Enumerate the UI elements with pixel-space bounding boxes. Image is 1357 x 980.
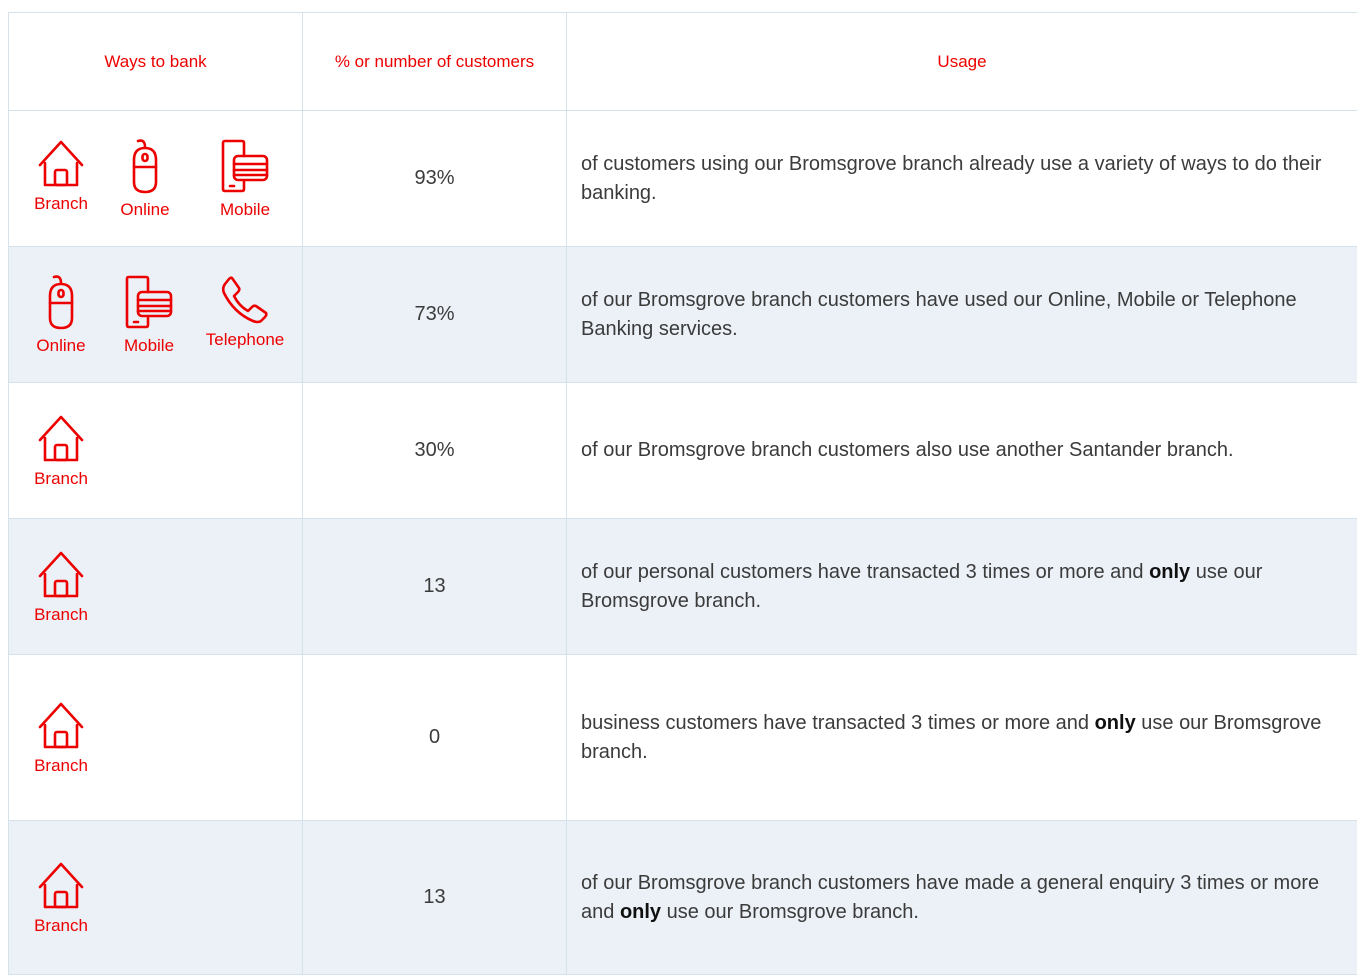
- customer-value: 93%: [302, 110, 567, 247]
- channel-label: Branch: [34, 604, 88, 624]
- usage-text: of our Bromsgrove branch customers also …: [566, 382, 1357, 519]
- ways-to-bank-table: Ways to bank % or number of customers Us…: [8, 12, 1357, 975]
- header-ways-to-bank: Ways to bank: [8, 12, 303, 111]
- channel-label: Branch: [34, 193, 88, 213]
- ways-cell: Online Mobile Telephone: [8, 246, 303, 383]
- channel-label: Mobile: [123, 335, 175, 355]
- customer-value: 0: [302, 654, 567, 821]
- telephone-icon: [221, 275, 268, 323]
- channel-label: Branch: [34, 468, 88, 488]
- house-icon: [38, 140, 84, 186]
- usage-text: of customers using our Bromsgrove branch…: [566, 110, 1357, 247]
- channel-branch: Branch: [23, 549, 99, 625]
- ways-cell: Branch: [8, 654, 303, 821]
- table-row: Branch 30% of our Bromsgrove branch cust…: [8, 382, 1357, 519]
- header-customers: % or number of customers: [302, 12, 567, 111]
- house-icon: [38, 702, 84, 748]
- customer-value: 73%: [302, 246, 567, 383]
- phone-card-icon: [125, 275, 173, 328]
- house-icon: [38, 415, 84, 461]
- mouse-icon: [48, 274, 74, 329]
- usage-text: of our Bromsgrove branch customers have …: [566, 820, 1357, 975]
- customer-value: 13: [302, 820, 567, 975]
- channel-branch: Branch: [23, 700, 99, 776]
- ways-cell: Branch: [8, 518, 303, 655]
- channel-label: Online: [36, 335, 86, 355]
- table-row: Branch Online Mobile 93% of customers us…: [8, 110, 1357, 247]
- house-icon: [38, 551, 84, 597]
- ways-cell: Branch: [8, 820, 303, 975]
- channel-branch: Branch: [23, 413, 99, 489]
- mouse-icon: [132, 138, 158, 193]
- channel-online: Online: [23, 274, 99, 356]
- channel-branch: Branch: [23, 138, 99, 214]
- channel-label: Branch: [34, 915, 88, 935]
- table-row: Online Mobile Telephone 73% of our Broms…: [8, 246, 1357, 383]
- channel-telephone: Telephone: [199, 274, 291, 350]
- channel-online: Online: [99, 138, 191, 220]
- table-header-row: Ways to bank % or number of customers Us…: [8, 12, 1357, 111]
- table-row: Branch 13 of our personal customers have…: [8, 518, 1357, 655]
- table-row: Branch 13 of our Bromsgrove branch custo…: [8, 820, 1357, 975]
- ways-cell: Branch: [8, 382, 303, 519]
- house-icon: [38, 862, 84, 908]
- channel-label: Branch: [34, 755, 88, 775]
- ways-cell: Branch Online Mobile: [8, 110, 303, 247]
- customer-value: 30%: [302, 382, 567, 519]
- customer-value: 13: [302, 518, 567, 655]
- usage-text: of our Bromsgrove branch customers have …: [566, 246, 1357, 383]
- channel-branch: Branch: [23, 860, 99, 936]
- channel-label: Telephone: [205, 329, 285, 349]
- phone-card-icon: [221, 139, 269, 192]
- channel-label: Online: [120, 199, 170, 219]
- channel-mobile: Mobile: [99, 274, 199, 356]
- header-usage: Usage: [566, 12, 1357, 111]
- channel-label: Mobile: [219, 199, 271, 219]
- table-row: Branch 0 business customers have transac…: [8, 654, 1357, 821]
- usage-text: business customers have transacted 3 tim…: [566, 654, 1357, 821]
- usage-text: of our personal customers have transacte…: [566, 518, 1357, 655]
- channel-mobile: Mobile: [191, 138, 299, 220]
